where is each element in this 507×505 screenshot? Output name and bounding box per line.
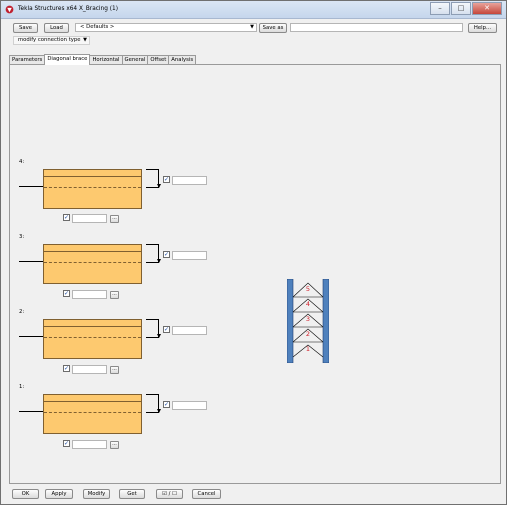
save-as-button[interactable]: Save as <box>259 23 287 33</box>
get-button[interactable]: Get <box>119 489 145 499</box>
title-bar[interactable]: Tekla Structures x64 X_Bracing (1) – □ ✕ <box>1 1 506 19</box>
frame-level-number: 1 <box>306 345 310 353</box>
frame-level-number: 3 <box>306 315 310 323</box>
brace-dimension-bracket <box>146 169 161 188</box>
brace-extension-line <box>19 336 43 337</box>
brace-dimension-bracket <box>146 319 161 338</box>
chevron-down-icon: ▼ <box>250 24 254 30</box>
modify-connection-value: modify connection type <box>18 37 81 43</box>
brace-extension-line <box>19 261 43 262</box>
brace-row-label: 2: <box>19 309 25 315</box>
tab-diagonal-brace[interactable]: Diagonal brace <box>44 54 91 65</box>
brace-browse-button[interactable]: ... <box>110 215 119 223</box>
save-button[interactable]: Save <box>13 23 38 33</box>
window-title: Tekla Structures x64 X_Bracing (1) <box>18 6 118 12</box>
brace-row-label: 1: <box>19 384 25 390</box>
brace-top-checkbox[interactable]: ✓ <box>163 326 170 333</box>
apply-button[interactable]: Apply <box>45 489 73 499</box>
window-controls: – □ ✕ <box>429 2 502 15</box>
brace-top-input[interactable] <box>172 251 207 260</box>
toggle-all-button[interactable]: ☑ / ☐ <box>156 489 183 499</box>
bracing-frame-diagram: 5 4 3 2 1 <box>287 279 329 363</box>
brace-dimension-bracket <box>146 244 161 263</box>
frame-level-number: 5 <box>306 285 310 293</box>
brace-top-input[interactable] <box>172 401 207 410</box>
brace-bottom-checkbox[interactable]: ✓ <box>63 290 70 297</box>
brace-bottom-checkbox[interactable]: ✓ <box>63 214 70 221</box>
modify-button[interactable]: Modify <box>83 489 110 499</box>
save-as-input[interactable] <box>290 23 463 32</box>
chevron-down-icon: ▼ <box>83 37 87 43</box>
preset-value: < Defaults > <box>80 24 115 30</box>
brace-browse-button[interactable]: ... <box>110 366 119 374</box>
brace-dimension-bracket <box>146 394 161 413</box>
brace-extension-line <box>19 411 43 412</box>
brace-bottom-input[interactable] <box>72 440 107 449</box>
brace-profile-diagram <box>43 394 142 434</box>
ok-button[interactable]: OK <box>12 489 39 499</box>
brace-top-input[interactable] <box>172 326 207 335</box>
brace-profile-diagram <box>43 244 142 284</box>
tekla-app-icon <box>5 5 14 14</box>
maximize-icon[interactable]: □ <box>451 2 471 15</box>
brace-browse-button[interactable]: ... <box>110 441 119 449</box>
brace-extension-line <box>19 186 43 187</box>
load-button[interactable]: Load <box>44 23 69 33</box>
brace-row-label: 4: <box>19 159 25 165</box>
brace-profile-diagram <box>43 319 142 359</box>
brace-bottom-input[interactable] <box>72 214 107 223</box>
brace-top-checkbox[interactable]: ✓ <box>163 251 170 258</box>
brace-bottom-checkbox[interactable]: ✓ <box>63 365 70 372</box>
brace-top-checkbox[interactable]: ✓ <box>163 401 170 408</box>
brace-profile-diagram <box>43 169 142 209</box>
brace-top-checkbox[interactable]: ✓ <box>163 176 170 183</box>
preset-dropdown[interactable]: < Defaults > ▼ <box>75 23 257 32</box>
brace-row-label: 3: <box>19 234 25 240</box>
brace-bottom-input[interactable] <box>72 290 107 299</box>
modify-connection-dropdown[interactable]: modify connection type ▼ <box>13 36 90 45</box>
frame-level-number: 4 <box>306 300 310 308</box>
frame-level-number: 2 <box>306 330 310 338</box>
dialog-window: Tekla Structures x64 X_Bracing (1) – □ ✕… <box>0 0 507 505</box>
close-icon[interactable]: ✕ <box>472 2 502 15</box>
brace-top-input[interactable] <box>172 176 207 185</box>
brace-bottom-input[interactable] <box>72 365 107 374</box>
cancel-button[interactable]: Cancel <box>192 489 221 499</box>
minimize-icon[interactable]: – <box>430 2 450 15</box>
brace-bottom-checkbox[interactable]: ✓ <box>63 440 70 447</box>
help-button[interactable]: Help... <box>468 23 497 33</box>
brace-browse-button[interactable]: ... <box>110 291 119 299</box>
